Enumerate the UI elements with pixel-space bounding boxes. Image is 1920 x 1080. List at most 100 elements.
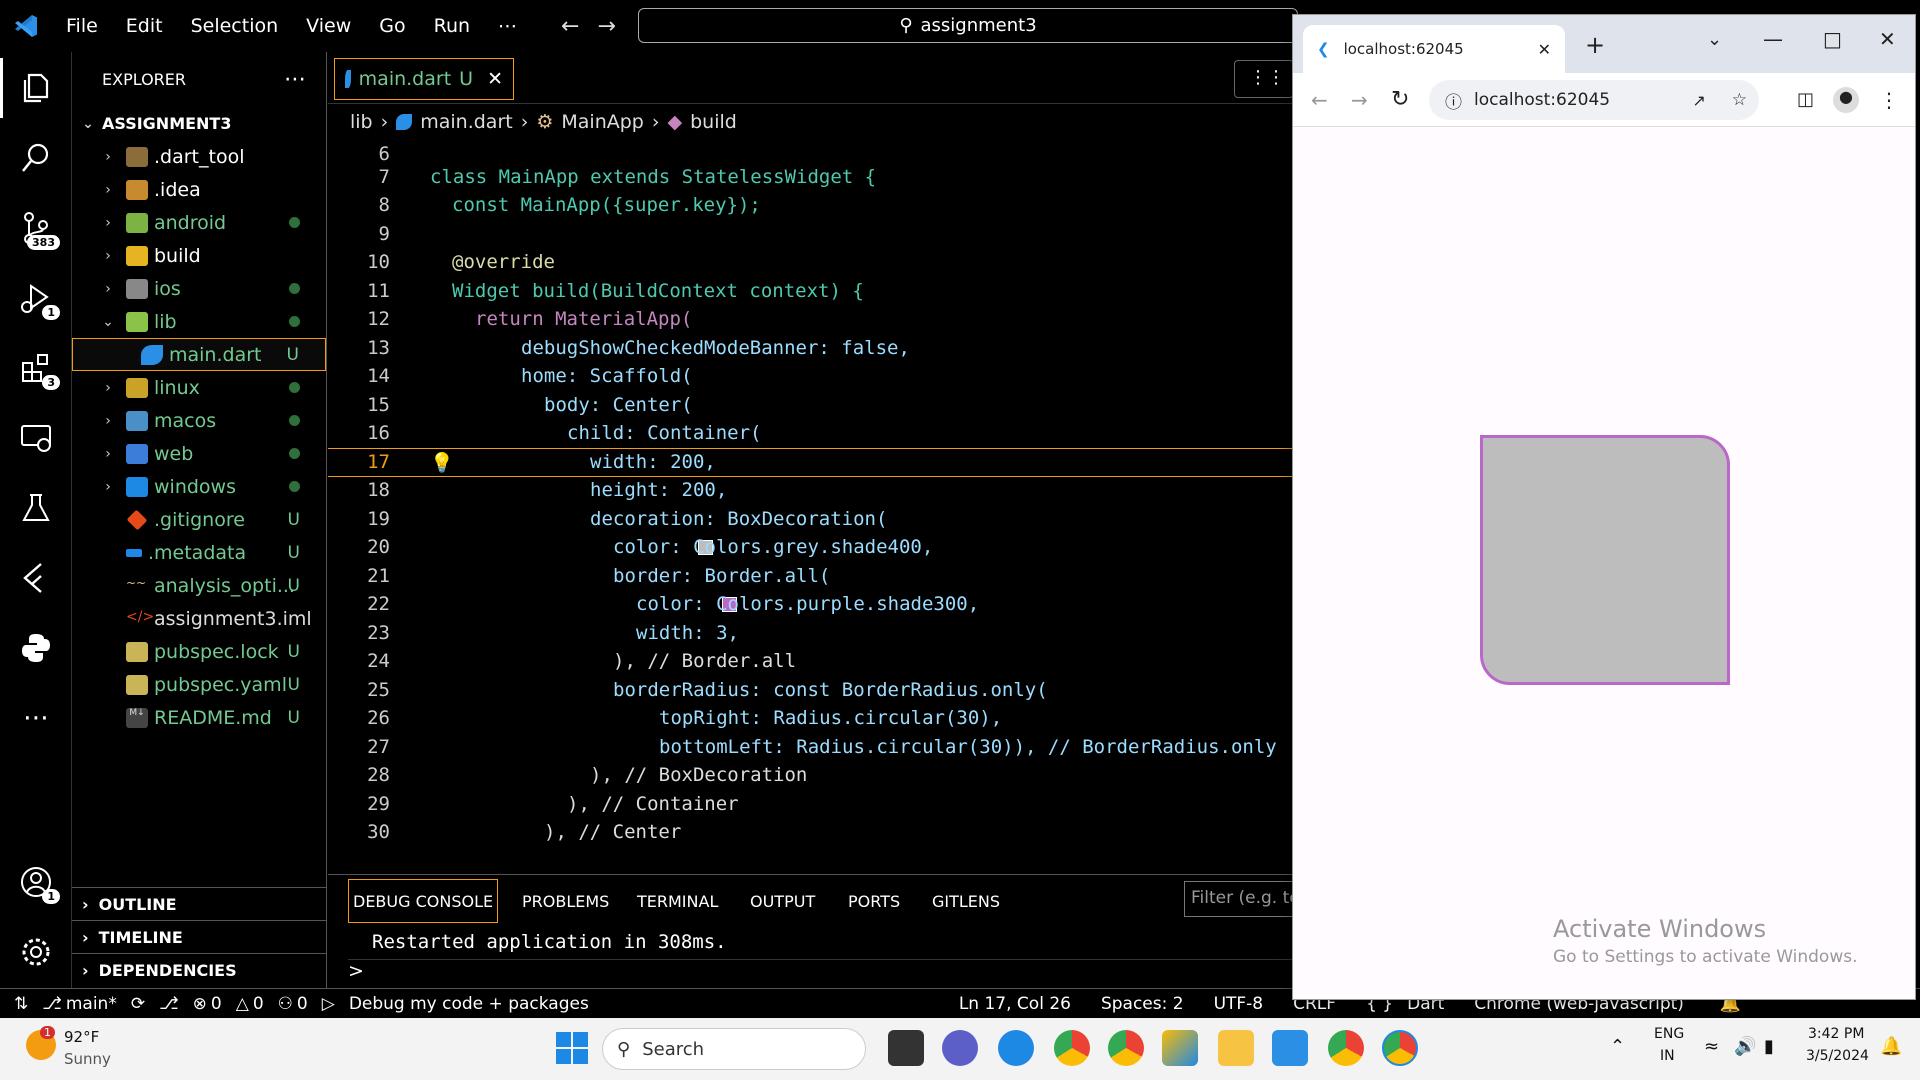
indentation[interactable]: Spaces: 2 <box>1101 994 1184 1014</box>
menu-view[interactable]: View <box>292 15 365 37</box>
taskbar-search[interactable]: ⚲ Search <box>602 1028 866 1070</box>
git-graph-icon[interactable]: ⎇ <box>159 994 179 1014</box>
close-tab-icon[interactable]: ✕ <box>1538 40 1551 59</box>
remote-icon[interactable]: ⇅ <box>14 994 28 1014</box>
browser-tab[interactable]: ❮ localhost:62045 ✕ <box>1303 25 1565 73</box>
tree-item-gitignore[interactable]: .gitignore U <box>72 503 326 536</box>
testing-flask-icon[interactable] <box>0 478 72 538</box>
tab-ports[interactable]: PORTS <box>844 879 904 923</box>
lightbulb-icon[interactable]: 💡 <box>430 451 454 474</box>
error-count[interactable]: 0 <box>211 994 222 1014</box>
breadcrumb-file[interactable]: main.dart <box>420 111 512 133</box>
cursor-position[interactable]: Ln 17, Col 26 <box>959 994 1071 1014</box>
encoding[interactable]: UTF-8 <box>1214 994 1264 1014</box>
minimize-icon[interactable]: — <box>1763 27 1783 51</box>
accounts-icon[interactable]: 1 <box>0 852 72 912</box>
tree-item-readme[interactable]: M↓ README.md U <box>72 701 326 734</box>
tree-item-windows[interactable]: › windows <box>72 470 326 503</box>
wifi-icon[interactable]: ≈ <box>1704 1036 1719 1057</box>
tree-item-main-dart[interactable]: main.dart U <box>72 338 326 371</box>
dependencies-section[interactable]: › DEPENDENCIES <box>72 953 327 986</box>
clock-date[interactable]: 3/5/2024 <box>1806 1048 1869 1064</box>
outline-section[interactable]: › OUTLINE <box>72 887 327 920</box>
debug-config[interactable]: Debug my code + packages <box>349 994 589 1014</box>
tree-item-idea[interactable]: › .idea <box>72 173 326 206</box>
chrome-icon[interactable] <box>1108 1030 1144 1066</box>
timeline-section[interactable]: › TIMELINE <box>72 920 327 953</box>
task-view-icon[interactable] <box>888 1030 924 1066</box>
notifications-icon[interactable]: 🔔 <box>1880 1036 1902 1057</box>
tree-item-lib[interactable]: ⌄ lib <box>72 305 326 338</box>
edge-browser-icon[interactable] <box>998 1030 1034 1066</box>
git-branch[interactable]: main* <box>66 994 117 1014</box>
address-bar[interactable]: ⓘ localhost:62045 ↗ ☆ <box>1429 80 1759 120</box>
back-icon[interactable]: ← <box>1311 88 1328 112</box>
breadcrumb-method[interactable]: build <box>690 111 737 133</box>
python-icon[interactable] <box>0 618 72 678</box>
menu-go[interactable]: Go <box>365 15 419 37</box>
profile-avatar-icon[interactable]: ● <box>1833 86 1859 113</box>
breadcrumb-lib[interactable]: lib <box>350 111 373 133</box>
console-prompt[interactable]: > <box>348 959 1292 982</box>
tab-gitlens[interactable]: GITLENS <box>928 879 1004 923</box>
maximize-icon[interactable]: □ <box>1823 27 1842 51</box>
chrome-icon[interactable] <box>1054 1030 1090 1066</box>
chrome-icon[interactable] <box>1328 1030 1364 1066</box>
back-arrow-icon[interactable]: ← <box>561 14 579 39</box>
tree-item-pubspec-lock[interactable]: pubspec.lock U <box>72 635 326 668</box>
language-region[interactable]: IN <box>1660 1048 1675 1064</box>
breadcrumb-class[interactable]: MainApp <box>561 111 643 133</box>
extensions-icon[interactable]: 3 <box>0 338 72 398</box>
ports-count[interactable]: 0 <box>297 994 308 1014</box>
tab-main-dart[interactable]: main.dart U ✕ <box>334 58 514 100</box>
gemini-app-icon[interactable] <box>1162 1030 1198 1066</box>
tab-output[interactable]: OUTPUT <box>746 879 819 923</box>
tab-debug-console[interactable]: DEBUG CONSOLE <box>348 879 499 923</box>
tree-item-dart-tool[interactable]: › .dart_tool <box>72 140 326 173</box>
menu-run[interactable]: Run <box>420 15 484 37</box>
tab-search-icon[interactable]: ⌄ <box>1707 29 1722 50</box>
tree-item-analysis-options[interactable]: ~~ analysis_opti... U <box>72 569 326 602</box>
share-icon[interactable]: ↗ <box>1692 91 1705 110</box>
tree-item-pubspec-yaml[interactable]: pubspec.yaml U <box>72 668 326 701</box>
menu-more[interactable]: ⋯ <box>484 15 531 37</box>
browser-menu-icon[interactable]: ⋮ <box>1879 88 1899 112</box>
flutter-icon[interactable] <box>0 548 72 608</box>
menu-file[interactable]: File <box>52 15 112 37</box>
explorer-icon[interactable] <box>0 58 72 118</box>
search-icon[interactable] <box>0 128 72 188</box>
chevron-up-icon[interactable]: ⌃ <box>1610 1036 1625 1057</box>
remote-explorer-icon[interactable] <box>0 408 72 468</box>
forward-arrow-icon[interactable]: → <box>597 14 615 39</box>
clock-time[interactable]: 3:42 PM <box>1808 1026 1864 1042</box>
code-editor[interactable]: 6 7 class MainApp extends StatelessWidget… <box>328 140 1292 874</box>
warning-count[interactable]: 0 <box>253 994 264 1014</box>
start-windows-icon[interactable] <box>556 1032 588 1064</box>
close-icon[interactable]: ✕ <box>487 68 503 90</box>
tree-item-ios[interactable]: › ios <box>72 272 326 305</box>
bookmark-star-icon[interactable]: ☆ <box>1732 90 1747 110</box>
more-views-icon[interactable]: ⋯ <box>0 688 72 748</box>
console-filter-input[interactable]: Filter (e.g. te <box>1184 881 1304 917</box>
language-code[interactable]: ENG <box>1654 1026 1684 1042</box>
menu-selection[interactable]: Selection <box>177 15 293 37</box>
tree-item-iml[interactable]: </> assignment3.iml <box>72 602 326 635</box>
chrome-active-icon[interactable] <box>1382 1030 1418 1066</box>
settings-gear-icon[interactable] <box>0 922 72 982</box>
forward-icon[interactable]: → <box>1351 88 1368 112</box>
battery-icon[interactable]: ▮ <box>1764 1036 1774 1057</box>
tree-item-metadata[interactable]: .metadata U <box>72 536 326 569</box>
file-explorer-icon[interactable] <box>1218 1030 1254 1066</box>
command-center-search[interactable]: ⚲ assignment3 <box>638 8 1298 43</box>
info-icon[interactable]: ⓘ <box>1445 88 1462 113</box>
sync-icon[interactable]: ⟳ <box>131 994 145 1014</box>
side-panel-icon[interactable]: ◫ <box>1797 89 1814 110</box>
tab-problems[interactable]: PROBLEMS <box>518 879 613 923</box>
volume-icon[interactable]: 🔊 <box>1734 1036 1756 1057</box>
workspace-root[interactable]: ⌄ ASSIGNMENT3 <box>72 107 326 140</box>
tree-item-web[interactable]: › web <box>72 437 326 470</box>
tree-item-macos[interactable]: › macos <box>72 404 326 437</box>
tab-terminal[interactable]: TERMINAL <box>633 879 722 923</box>
vscode-taskbar-icon[interactable] <box>1272 1030 1308 1066</box>
weather-temp[interactable]: 92°F <box>64 1028 99 1046</box>
